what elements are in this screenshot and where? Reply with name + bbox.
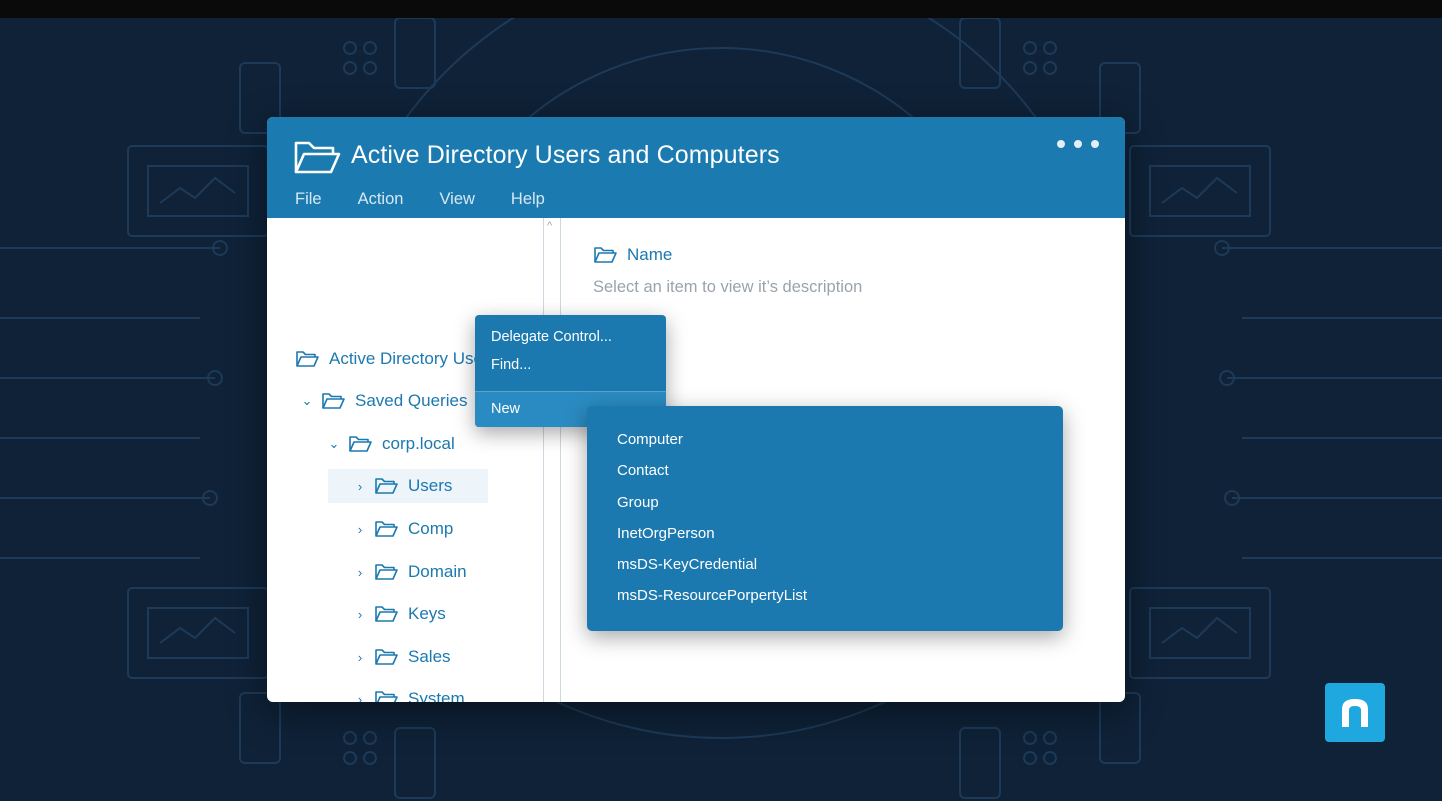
menu-bar: File Action View Help bbox=[295, 190, 581, 209]
tree-item-keys[interactable]: › Keys bbox=[354, 597, 446, 631]
folder-open-icon bbox=[375, 564, 398, 580]
tree-item-root[interactable]: Active Directory Users bbox=[295, 342, 497, 376]
tree-item-domain[interactable]: › Domain bbox=[354, 555, 467, 589]
folder-open-icon bbox=[322, 393, 345, 409]
submenu-item-msds-resourcepropertylist[interactable]: msDS-ResourcePorpertyList bbox=[617, 587, 807, 604]
chevron-right-icon[interactable]: › bbox=[354, 565, 366, 580]
folder-open-icon bbox=[349, 436, 372, 452]
chevron-down-icon[interactable]: ⌄ bbox=[301, 393, 313, 409]
chevron-right-icon[interactable]: › bbox=[354, 607, 366, 622]
column-header-label: Name bbox=[627, 245, 673, 264]
menu-view[interactable]: View bbox=[439, 190, 474, 209]
tree-item-label: corp.local bbox=[382, 434, 455, 453]
ninjaone-logo bbox=[1325, 683, 1385, 742]
chevron-right-icon[interactable]: › bbox=[354, 692, 366, 703]
tree-item-sales[interactable]: › Sales bbox=[354, 640, 451, 674]
submenu-item-inetorgperson[interactable]: InetOrgPerson bbox=[617, 525, 715, 542]
tree-pane: Active Directory Users ⌄ Saved Queries ⌄… bbox=[267, 218, 543, 702]
tree-item-label: Domain bbox=[408, 562, 467, 581]
folder-open-icon bbox=[375, 478, 398, 494]
more-dots-icon[interactable] bbox=[1057, 140, 1099, 148]
chevron-right-icon[interactable]: › bbox=[354, 650, 366, 665]
tree-item-label: Keys bbox=[408, 604, 446, 623]
folder-open-icon bbox=[375, 691, 398, 702]
menu-item-new-label[interactable]: New bbox=[491, 401, 520, 417]
folder-open-icon bbox=[296, 351, 319, 367]
tree-item-corp-local[interactable]: ⌄ corp.local bbox=[328, 427, 455, 461]
tree-item-label: Sales bbox=[408, 647, 451, 666]
pane-splitter-scrollbar[interactable]: ^ bbox=[543, 218, 561, 702]
menu-item-delegate-control[interactable]: Delegate Control... bbox=[491, 329, 612, 345]
n-logo-icon bbox=[1342, 699, 1368, 727]
menu-file[interactable]: File bbox=[295, 190, 322, 209]
new-submenu: Computer Contact Group InetOrgPerson msD… bbox=[587, 406, 1063, 631]
tree-item-users[interactable]: › Users bbox=[328, 469, 488, 503]
menu-help[interactable]: Help bbox=[511, 190, 545, 209]
scroll-up-icon[interactable]: ^ bbox=[547, 220, 552, 232]
submenu-item-computer[interactable]: Computer bbox=[617, 431, 683, 448]
folder-open-icon bbox=[375, 649, 398, 665]
title-bar: Active Directory Users and Computers Fil… bbox=[267, 117, 1125, 218]
window-title: Active Directory Users and Computers bbox=[351, 141, 780, 169]
chevron-down-icon[interactable]: ⌄ bbox=[328, 436, 340, 452]
tree-item-saved-queries[interactable]: ⌄ Saved Queries bbox=[301, 384, 468, 418]
tree-item-label: Saved Queries bbox=[355, 391, 468, 410]
name-column-header[interactable]: Name bbox=[593, 245, 672, 265]
chevron-right-icon[interactable]: › bbox=[354, 479, 366, 494]
tree-item-label: Users bbox=[408, 476, 453, 495]
submenu-item-msds-keycredential[interactable]: msDS-KeyCredential bbox=[617, 556, 757, 573]
description-placeholder: Select an item to view it’s description bbox=[593, 278, 863, 296]
menu-action[interactable]: Action bbox=[358, 190, 404, 209]
tree-item-label: Active Directory Users bbox=[329, 349, 498, 368]
folder-open-icon bbox=[294, 141, 341, 174]
folder-open-icon bbox=[375, 606, 398, 622]
submenu-item-group[interactable]: Group bbox=[617, 494, 659, 511]
tree-item-comp[interactable]: › Comp bbox=[354, 512, 454, 546]
tree-item-label: System bbox=[408, 689, 465, 702]
top-black-bar bbox=[0, 0, 1442, 18]
folder-open-icon bbox=[594, 247, 617, 263]
tree-item-system[interactable]: › System bbox=[354, 682, 465, 702]
folder-open-icon bbox=[375, 521, 398, 537]
menu-item-find[interactable]: Find... bbox=[491, 357, 531, 373]
tree-item-label: Comp bbox=[408, 519, 454, 538]
chevron-right-icon[interactable]: › bbox=[354, 522, 366, 537]
submenu-item-contact[interactable]: Contact bbox=[617, 462, 669, 479]
